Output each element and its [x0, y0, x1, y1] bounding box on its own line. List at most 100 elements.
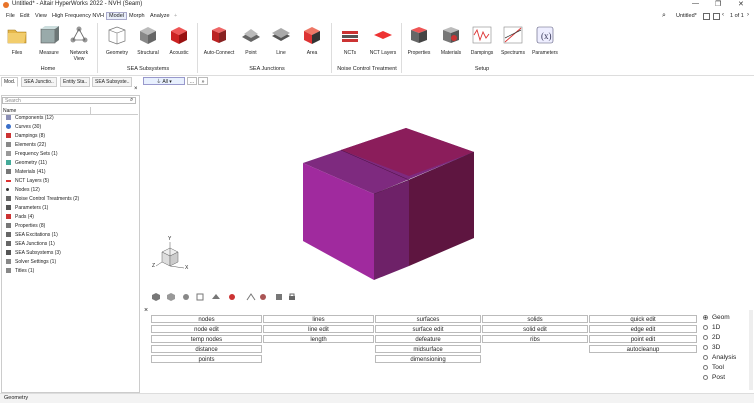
tab-entity-state[interactable]: Entity Sta.. [60, 77, 91, 87]
next-page-icon[interactable]: › [747, 12, 749, 18]
files-tool[interactable]: Files [2, 24, 32, 56]
browser-close-icon[interactable]: × [134, 86, 138, 92]
fit-view-icon[interactable] [276, 294, 282, 300]
tab-model[interactable]: Mod. [1, 77, 19, 87]
tree-item-nodes[interactable]: Nodes (12) [6, 186, 40, 195]
cmd-defeature[interactable]: defeature [375, 335, 481, 343]
tree-item-elements[interactable]: Elements (22) [6, 141, 46, 150]
wireframe-view-icon[interactable] [167, 293, 175, 301]
cmd-temp-nodes[interactable]: temp nodes [151, 335, 262, 343]
restore-button[interactable]: ❐ [715, 0, 721, 8]
tree-item-components[interactable]: Components (12) [6, 114, 54, 123]
add-ribbon-button[interactable]: + [174, 13, 177, 19]
tree-item-sea-excitations[interactable]: SEA Excitations (1) [6, 231, 58, 240]
cmd-surface-edit[interactable]: surface edit [375, 325, 481, 333]
transparency-icon[interactable] [196, 293, 204, 301]
filter-more-button[interactable]: ... [187, 77, 197, 85]
ncts-tool[interactable]: NCTs [335, 24, 365, 56]
cmd-midsurface[interactable]: midsurface [375, 345, 481, 353]
tree-item-sea-subsystems[interactable]: SEA Subsystems (3) [6, 249, 61, 258]
area-tool[interactable]: Area [297, 24, 327, 56]
properties-tool[interactable]: Properties [404, 24, 434, 56]
menu-analyze[interactable]: Analyze [150, 13, 170, 19]
tree-item-dampings[interactable]: Dampings (8) [6, 132, 45, 141]
cmd-point-edit[interactable]: point edit [589, 335, 697, 343]
radio-analysis[interactable]: Analysis [703, 353, 736, 363]
cmd-points[interactable]: points [151, 355, 262, 363]
spectrums-tool[interactable]: Spectrums [498, 24, 528, 56]
model-mesh-icon[interactable] [183, 294, 189, 300]
panel-scrollbar[interactable] [749, 310, 753, 390]
network-view-tool[interactable]: Network View [64, 24, 94, 62]
cmd-quick-edit[interactable]: quick edit [589, 315, 697, 323]
shaded-view-icon[interactable] [152, 293, 160, 301]
menu-high-frequency-nvh[interactable]: High Frequency NVH [52, 13, 104, 19]
radio-post[interactable]: Post [703, 373, 725, 383]
lock-view-icon[interactable] [289, 293, 295, 300]
minimize-button[interactable]: — [692, 0, 699, 7]
menu-view[interactable]: View [35, 13, 47, 19]
cmd-surfaces[interactable]: surfaces [375, 315, 481, 323]
cmd-solids[interactable]: solids [482, 315, 588, 323]
zoom-icon[interactable] [260, 294, 266, 300]
parameters-tool[interactable]: (x) Parameters [529, 24, 561, 56]
color-by-icon[interactable] [229, 294, 235, 300]
cmd-autocleanup[interactable]: autocleanup [589, 345, 697, 353]
radio-3d[interactable]: 3D [703, 343, 720, 353]
radio-geom[interactable]: Geom [703, 313, 730, 323]
cmd-ribs[interactable]: ribs [482, 335, 588, 343]
tree-item-pads[interactable]: Pads (4) [6, 213, 34, 222]
prev-page-icon[interactable]: ‹ [722, 12, 724, 18]
cmd-line-edit[interactable]: line edit [263, 325, 374, 333]
menu-model[interactable]: Model [106, 12, 127, 20]
clip-plane-icon[interactable] [212, 294, 220, 299]
tree-item-titles[interactable]: Titles (1) [6, 267, 34, 276]
tree-item-sea-junctions[interactable]: SEA Junctions (1) [6, 240, 55, 249]
graphics-viewport[interactable] [141, 88, 754, 308]
tab-sea-junctions[interactable]: SEA Junctio.. [21, 77, 57, 87]
panel-close-icon[interactable]: × [144, 307, 148, 314]
radio-1d[interactable]: 1D [703, 323, 720, 333]
structural-tool[interactable]: Structural [133, 24, 163, 56]
axis-view-icon[interactable] [246, 293, 256, 301]
tree-item-noise-control-treatments[interactable]: Noise Control Treatments (2) [6, 195, 79, 204]
tree-item-geometry[interactable]: Geometry (11) [6, 159, 47, 168]
cmd-distance[interactable]: distance [151, 345, 262, 353]
filter-all-select[interactable]: ⏚ All ▾ [143, 77, 185, 85]
tree-item-nct-layers[interactable]: NCT Layers (5) [6, 177, 49, 186]
session-select[interactable]: Untitled* [676, 13, 697, 19]
cmd-dimensioning[interactable]: dimensioning [375, 355, 481, 363]
dampings-tool[interactable]: Dampings [467, 24, 497, 56]
tree-item-solver-settings[interactable]: Solver Settings (1) [6, 258, 56, 267]
cmd-lines[interactable]: lines [263, 315, 374, 323]
auto-connect-tool[interactable]: Auto-Connect [203, 24, 235, 56]
search-input[interactable]: Search [2, 97, 136, 104]
radio-tool[interactable]: Tool [703, 363, 724, 373]
measure-tool[interactable]: Measure [34, 24, 64, 56]
cmd-node-edit[interactable]: node edit [151, 325, 262, 333]
acoustic-tool[interactable]: Acoustic [164, 24, 194, 56]
point-tool[interactable]: Point [236, 24, 266, 56]
tree-item-curves[interactable]: Curves (30) [6, 123, 41, 132]
search-icon[interactable]: ⌕ [130, 97, 133, 104]
cmd-length[interactable]: length [263, 335, 374, 343]
page-layout-icon[interactable] [703, 13, 710, 20]
cmd-nodes[interactable]: nodes [151, 315, 262, 323]
tree-item-parameters[interactable]: Parameters (1) [6, 204, 48, 213]
filter-next-button[interactable]: » [198, 77, 208, 85]
close-button[interactable]: ✕ [738, 0, 744, 8]
cmd-solid-edit[interactable]: solid edit [482, 325, 588, 333]
tree-item-frequency-sets[interactable]: Frequency Sets (1) [6, 150, 58, 159]
menu-edit[interactable]: Edit [20, 13, 29, 19]
menu-file[interactable]: File [6, 13, 15, 19]
tree-item-properties[interactable]: Properties (8) [6, 222, 45, 231]
box-front-right[interactable] [374, 180, 409, 280]
tab-sea-subsystems[interactable]: SEA Subsyste.. [92, 77, 133, 87]
nct-layers-tool[interactable]: NCT Layers [366, 24, 400, 56]
tree-item-materials[interactable]: Materials (41) [6, 168, 46, 177]
page-view-icon[interactable] [713, 13, 720, 20]
axis-triad[interactable]: Y X Z [152, 236, 192, 276]
menu-morph[interactable]: Morph [129, 13, 145, 19]
line-tool[interactable]: Line [266, 24, 296, 56]
materials-tool[interactable]: Materials [436, 24, 466, 56]
